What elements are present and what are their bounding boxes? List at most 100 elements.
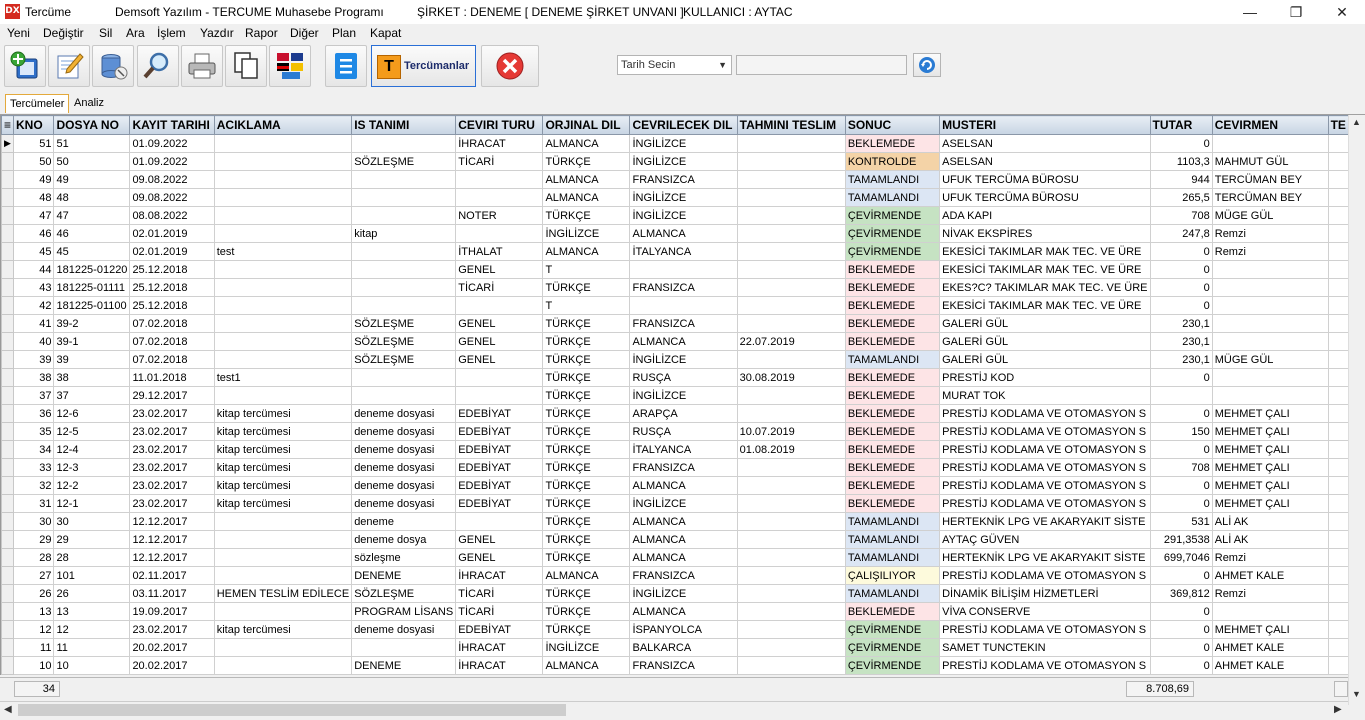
cell-cevirmen[interactable] (1211, 332, 1329, 351)
cell-tutar[interactable]: 0 (1149, 638, 1213, 657)
col-header-dosya-no[interactable]: DOSYA NO (53, 115, 131, 135)
cell-musteri[interactable]: PRESTİJ KODLAMA VE OTOMASYON S (939, 476, 1151, 495)
cell-is-tanimi[interactable]: SÖZLEŞME (351, 584, 457, 603)
cell-orjinal-dil[interactable]: TÜRKÇE (542, 404, 631, 423)
table-row[interactable]: 29 29 12.12.2017 deneme dosya GENEL TÜRKÇE ALM… (1, 530, 1349, 549)
cell-tutar[interactable]: 0 (1149, 404, 1213, 423)
cell-aciklama[interactable] (213, 296, 353, 315)
cell-is-tanimi[interactable]: deneme dosyasi (351, 422, 457, 441)
refresh-button[interactable] (913, 53, 941, 77)
cell-sonuc[interactable]: BEKLEMEDE (844, 314, 941, 333)
cell-orjinal-dil[interactable]: TÜRKÇE (542, 530, 631, 549)
row-indicator[interactable] (1, 350, 15, 369)
cell-sonuc[interactable]: BEKLEMEDE (844, 440, 941, 459)
cell-ceviri-turu[interactable] (455, 386, 544, 405)
cell-tahmini-teslim[interactable] (736, 152, 846, 171)
cell-cevrilecek-dil[interactable]: ALMANCA (629, 512, 738, 531)
cell-aciklama[interactable] (213, 566, 353, 585)
cell-cevirmen[interactable]: AHMET KALE (1211, 638, 1329, 657)
cell-ceviri-turu[interactable]: EDEBİYAT (455, 404, 544, 423)
cell-ceviri-turu[interactable]: EDEBİYAT (455, 422, 544, 441)
cell-ceviri-turu[interactable]: TİCARİ (455, 278, 544, 297)
cell-orjinal-dil[interactable]: TÜRKÇE (542, 314, 631, 333)
cell-dosya-no[interactable]: 39-1 (53, 332, 131, 351)
cell-kno[interactable]: 45 (13, 242, 55, 261)
cell-cevrilecek-dil[interactable]: İNGİLİZCE (629, 152, 738, 171)
cell-orjinal-dil[interactable]: TÜRKÇE (542, 494, 631, 513)
cell-tutar[interactable]: 0 (1149, 566, 1213, 585)
cell-cevirmen[interactable]: TERCÜMAN BEY (1211, 188, 1329, 207)
cell-ceviri-turu[interactable]: İHRACAT (455, 566, 544, 585)
row-indicator[interactable] (1, 602, 15, 621)
cell-dosya-no[interactable]: 12 (53, 620, 131, 639)
cell-ceviri-turu[interactable] (455, 296, 544, 315)
cell-tutar[interactable]: 0 (1149, 134, 1213, 153)
cell-dosya-no[interactable]: 45 (53, 242, 131, 261)
cell-ceviri-turu[interactable]: GENEL (455, 314, 544, 333)
table-row[interactable]: 10 10 20.02.2017 DENEME İHRACAT ALMANCA FRANSI… (1, 656, 1349, 675)
cell-aciklama[interactable]: kitap tercümesi (213, 404, 353, 423)
cell-kno[interactable]: 13 (13, 602, 55, 621)
cell-cevrilecek-dil[interactable]: İNGİLİZCE (629, 350, 738, 369)
cell-tutar[interactable]: 1103,3 (1149, 152, 1213, 171)
cell-ceviri-turu[interactable]: GENEL (455, 350, 544, 369)
cell-kayit-tarihi[interactable]: 23.02.2017 (129, 494, 215, 513)
cell-musteri[interactable]: HERTEKNİK LPG VE AKARYAKIT SİSTE (939, 512, 1151, 531)
cell-aciklama[interactable]: kitap tercümesi (213, 440, 353, 459)
cell-kno[interactable]: 42 (13, 296, 55, 315)
cell-cevirmen[interactable]: Remzi (1211, 548, 1329, 567)
cell-sonuc[interactable]: KONTROLDE (844, 152, 941, 171)
cell-ceviri-turu[interactable]: İHRACAT (455, 638, 544, 657)
cell-aciklama[interactable]: HEMEN TESLİM EDİLECE (213, 584, 353, 603)
cell-is-tanimi[interactable] (351, 638, 457, 657)
cell-kayit-tarihi[interactable]: 07.02.2018 (129, 314, 215, 333)
cell-kayit-tarihi[interactable]: 03.11.2017 (129, 584, 215, 603)
cell-tahmini-teslim[interactable] (736, 134, 846, 153)
cell-is-tanimi[interactable]: DENEME (351, 566, 457, 585)
cell-sonuc[interactable]: TAMAMLANDI (844, 584, 941, 603)
cell-te[interactable] (1327, 440, 1349, 459)
table-row[interactable]: 33 12-3 23.02.2017 kitap tercümesi deneme do… (1, 458, 1349, 477)
cell-orjinal-dil[interactable]: TÜRKÇE (542, 422, 631, 441)
cell-tutar[interactable]: 0 (1149, 242, 1213, 261)
cell-ceviri-turu[interactable]: TİCARİ (455, 602, 544, 621)
cell-cevrilecek-dil[interactable]: İTALYANCA (629, 242, 738, 261)
cell-cevirmen[interactable]: MEHMET ÇALI (1211, 620, 1329, 639)
cell-cevrilecek-dil[interactable]: FRANSIZCA (629, 278, 738, 297)
cell-is-tanimi[interactable]: deneme (351, 512, 457, 531)
cell-musteri[interactable]: DİNAMİK BİLİŞİM HİZMETLERİ (939, 584, 1151, 603)
cell-tutar[interactable]: 0 (1149, 278, 1213, 297)
cell-is-tanimi[interactable] (351, 170, 457, 189)
cell-is-tanimi[interactable]: sözleşme (351, 548, 457, 567)
table-row[interactable]: 30 30 12.12.2017 deneme TÜRKÇE ALMANCA TAMAMLA… (1, 512, 1349, 531)
cell-tahmini-teslim[interactable] (736, 314, 846, 333)
cell-sonuc[interactable]: ÇEVİRMENDE (844, 656, 941, 675)
cell-sonuc[interactable]: ÇEVİRMENDE (844, 638, 941, 657)
cell-cevirmen[interactable] (1211, 134, 1329, 153)
cell-sonuc[interactable]: BEKLEMEDE (844, 134, 941, 153)
cell-is-tanimi[interactable]: deneme dosyasi (351, 404, 457, 423)
cell-cevrilecek-dil[interactable]: İNGİLİZCE (629, 494, 738, 513)
cell-sonuc[interactable]: ÇALIŞILIYOR (844, 566, 941, 585)
cell-musteri[interactable]: PRESTİJ KODLAMA VE OTOMASYON S (939, 494, 1151, 513)
cell-kno[interactable]: 34 (13, 440, 55, 459)
cell-aciklama[interactable]: test1 (213, 368, 353, 387)
cell-is-tanimi[interactable]: deneme dosyasi (351, 440, 457, 459)
cell-dosya-no[interactable]: 28 (53, 548, 131, 567)
cell-aciklama[interactable] (213, 602, 353, 621)
cell-sonuc[interactable]: TAMAMLANDI (844, 548, 941, 567)
cell-tahmini-teslim[interactable]: 30.08.2019 (736, 368, 846, 387)
row-indicator[interactable] (1, 368, 15, 387)
scroll-right-icon[interactable]: ▶ (1334, 704, 1342, 715)
cell-is-tanimi[interactable]: deneme dosyasi (351, 620, 457, 639)
cell-ceviri-turu[interactable]: EDEBİYAT (455, 440, 544, 459)
cell-dosya-no[interactable]: 46 (53, 224, 131, 243)
cell-tahmini-teslim[interactable] (736, 494, 846, 513)
cell-dosya-no[interactable]: 49 (53, 170, 131, 189)
cell-is-tanimi[interactable]: SÖZLEŞME (351, 314, 457, 333)
cell-te[interactable] (1327, 512, 1349, 531)
cell-kayit-tarihi[interactable]: 29.12.2017 (129, 386, 215, 405)
minimize-button[interactable]: — (1227, 0, 1273, 24)
cell-is-tanimi[interactable] (351, 278, 457, 297)
table-row[interactable]: 27 101 02.11.2017 DENEME İHRACAT ALMANCA FRANS… (1, 566, 1349, 585)
